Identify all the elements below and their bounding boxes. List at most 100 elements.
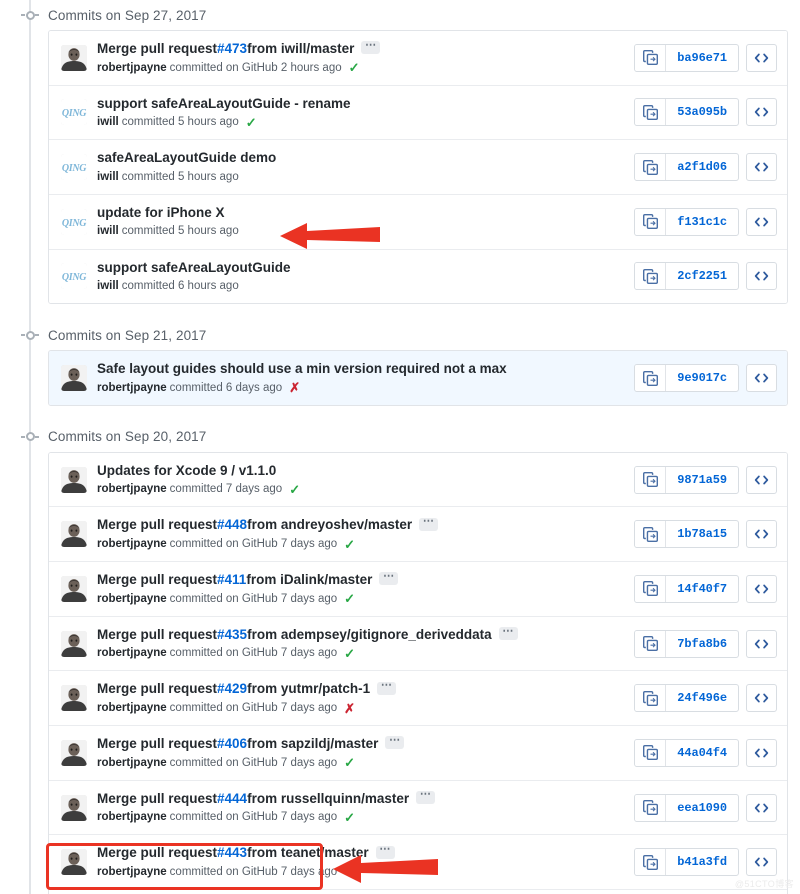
commit-row[interactable]: QING safeAreaLayoutGuide demo iwill committ… (49, 140, 787, 195)
commit-message-link[interactable]: Merge pull request (97, 516, 217, 534)
clipboard-copy-icon[interactable] (635, 630, 667, 657)
clipboard-copy-icon[interactable] (635, 466, 667, 493)
expand-ellipsis-icon[interactable]: ⋯ (377, 680, 397, 695)
code-browse-icon[interactable] (746, 684, 777, 713)
expand-ellipsis-icon[interactable]: ⋯ (361, 39, 381, 55)
commit-author-link[interactable]: robertjpayne (97, 591, 167, 607)
commit-sha-link[interactable]: f131c1c (666, 209, 738, 235)
commit-author-link[interactable]: robertjpayne (97, 536, 167, 552)
commit-author-link[interactable]: iwill (97, 223, 119, 239)
commit-message-link[interactable]: Merge pull request (97, 735, 217, 753)
commit-row[interactable]: QING support safeAreaLayoutGuide iwill comm… (49, 249, 787, 304)
commit-message-link[interactable]: Merge pull request (97, 790, 217, 808)
commit-row[interactable]: Merge pull request #448 from andreyoshev… (49, 507, 787, 563)
pull-request-link[interactable]: #435 (217, 626, 247, 644)
code-browse-icon[interactable] (746, 153, 777, 182)
commit-row[interactable]: Merge pull request #457 from cntrump/mas… (49, 889, 787, 894)
clipboard-copy-icon[interactable] (635, 794, 667, 821)
commit-sha-link[interactable]: 53a095b (666, 99, 738, 125)
commit-row[interactable]: QING support safeAreaLayoutGuide - rename… (49, 85, 787, 141)
code-browse-icon[interactable] (746, 793, 777, 822)
commit-row[interactable]: QING update for iPhone Xiwill committed 5 … (49, 194, 787, 250)
clipboard-copy-icon[interactable] (635, 44, 667, 71)
commit-sha-link[interactable]: a2f1d06 (666, 154, 738, 180)
pull-request-link[interactable]: #429 (217, 680, 247, 698)
pull-request-link[interactable]: #473 (217, 40, 247, 58)
clipboard-copy-icon[interactable] (635, 739, 667, 766)
pull-request-link[interactable]: #411 (217, 571, 246, 589)
commit-sha-link[interactable]: 9871a59 (666, 467, 738, 493)
clipboard-copy-icon[interactable] (635, 208, 667, 235)
expand-ellipsis-icon[interactable]: ⋯ (416, 789, 436, 804)
commit-sha-link[interactable]: b41a3fd (666, 849, 738, 875)
code-browse-icon[interactable] (746, 574, 777, 603)
commit-sha-link[interactable]: 9e9017c (666, 365, 738, 391)
commit-message-link[interactable]: safeAreaLayoutGuide demo (97, 149, 276, 167)
commit-row[interactable]: Safe layout guides should use a min vers… (49, 351, 787, 405)
commit-message-link[interactable]: Merge pull request (97, 40, 217, 58)
commit-sha-link[interactable]: 14f40f7 (666, 576, 738, 602)
commit-message-link[interactable]: Safe layout guides should use a min vers… (97, 360, 507, 378)
commit-author-link[interactable]: iwill (97, 278, 119, 294)
expand-ellipsis-icon[interactable]: ⋯ (498, 625, 518, 641)
commit-message-link[interactable]: Merge pull request (97, 626, 217, 644)
clipboard-copy-icon[interactable] (635, 685, 667, 712)
commit-sha-link[interactable]: ba96e71 (666, 45, 738, 71)
commit-author-link[interactable]: robertjpayne (97, 380, 167, 396)
commit-author-link[interactable]: robertjpayne (97, 700, 167, 716)
commit-sha-link[interactable]: 44a04f4 (666, 740, 738, 766)
expand-ellipsis-icon[interactable]: ⋯ (375, 844, 395, 859)
commit-author-link[interactable]: robertjpayne (97, 809, 167, 825)
commit-sha-link[interactable]: eea1090 (666, 795, 738, 821)
commit-row[interactable]: Merge pull request #444 from russellquin… (49, 780, 787, 836)
clipboard-copy-icon[interactable] (635, 575, 667, 602)
expand-ellipsis-icon[interactable]: ⋯ (379, 570, 399, 586)
code-browse-icon[interactable] (746, 738, 777, 767)
commit-author-link[interactable]: iwill (97, 169, 119, 185)
commit-message-link[interactable]: support safeAreaLayoutGuide - rename (97, 95, 351, 113)
commit-row[interactable]: Merge pull request #443 from teanet/mast… (49, 835, 787, 890)
code-browse-icon[interactable] (746, 207, 777, 236)
commit-sha-link[interactable]: 7bfa8b6 (666, 631, 738, 657)
clipboard-copy-icon[interactable] (635, 521, 667, 548)
commit-sha-link[interactable]: 2cf2251 (666, 263, 738, 289)
commit-message-link[interactable]: Merge pull request (97, 680, 217, 698)
commit-author-link[interactable]: iwill (97, 114, 119, 130)
commit-row[interactable]: Updates for Xcode 9 / v1.1.0 robertjpayne… (49, 452, 787, 508)
commit-row[interactable]: Merge pull request #411 from iDalink/mas… (49, 562, 787, 617)
commit-row[interactable]: Merge pull request #429 from yutmr/patch… (49, 671, 787, 727)
commit-sha-link[interactable]: 1b78a15 (666, 521, 738, 547)
clipboard-copy-icon[interactable] (635, 849, 667, 876)
commit-message-link[interactable]: Merge pull request (97, 844, 217, 862)
code-browse-icon[interactable] (746, 43, 777, 72)
commit-message-link[interactable]: Merge pull request (97, 571, 217, 589)
commit-author-link[interactable]: robertjpayne (97, 645, 167, 661)
commit-row[interactable]: Merge pull request #406 from sapzildj/ma… (49, 726, 787, 781)
commit-author-link[interactable]: robertjpayne (97, 864, 167, 880)
pull-request-link[interactable]: #406 (217, 735, 247, 753)
commit-author-link[interactable]: robertjpayne (97, 481, 167, 497)
clipboard-copy-icon[interactable] (635, 99, 667, 126)
commit-row[interactable]: Merge pull request #435 from adempsey/gi… (49, 616, 787, 672)
commit-author-link[interactable]: robertjpayne (97, 755, 167, 771)
code-browse-icon[interactable] (746, 629, 777, 658)
code-browse-icon[interactable] (746, 465, 777, 494)
clipboard-copy-icon[interactable] (635, 154, 667, 181)
clipboard-copy-icon[interactable] (635, 365, 667, 392)
code-browse-icon[interactable] (746, 262, 777, 291)
pull-request-link[interactable]: #448 (217, 516, 247, 534)
commit-author-link[interactable]: robertjpayne (97, 60, 167, 76)
commit-message-link[interactable]: Updates for Xcode 9 / v1.1.0 (97, 462, 276, 480)
commit-message-link[interactable]: update for iPhone X (97, 204, 225, 222)
commit-sha-link[interactable]: 24f496e (666, 685, 738, 711)
code-browse-icon[interactable] (746, 98, 777, 127)
pull-request-link[interactable]: #444 (217, 790, 247, 808)
code-browse-icon[interactable] (746, 364, 777, 393)
clipboard-copy-icon[interactable] (635, 263, 667, 290)
expand-ellipsis-icon[interactable]: ⋯ (419, 516, 439, 531)
code-browse-icon[interactable] (746, 848, 777, 877)
commit-row[interactable]: Merge pull request #473 from iwill/maste… (49, 31, 787, 86)
expand-ellipsis-icon[interactable]: ⋯ (385, 734, 405, 750)
code-browse-icon[interactable] (746, 520, 777, 549)
commit-message-link[interactable]: support safeAreaLayoutGuide (97, 259, 291, 277)
